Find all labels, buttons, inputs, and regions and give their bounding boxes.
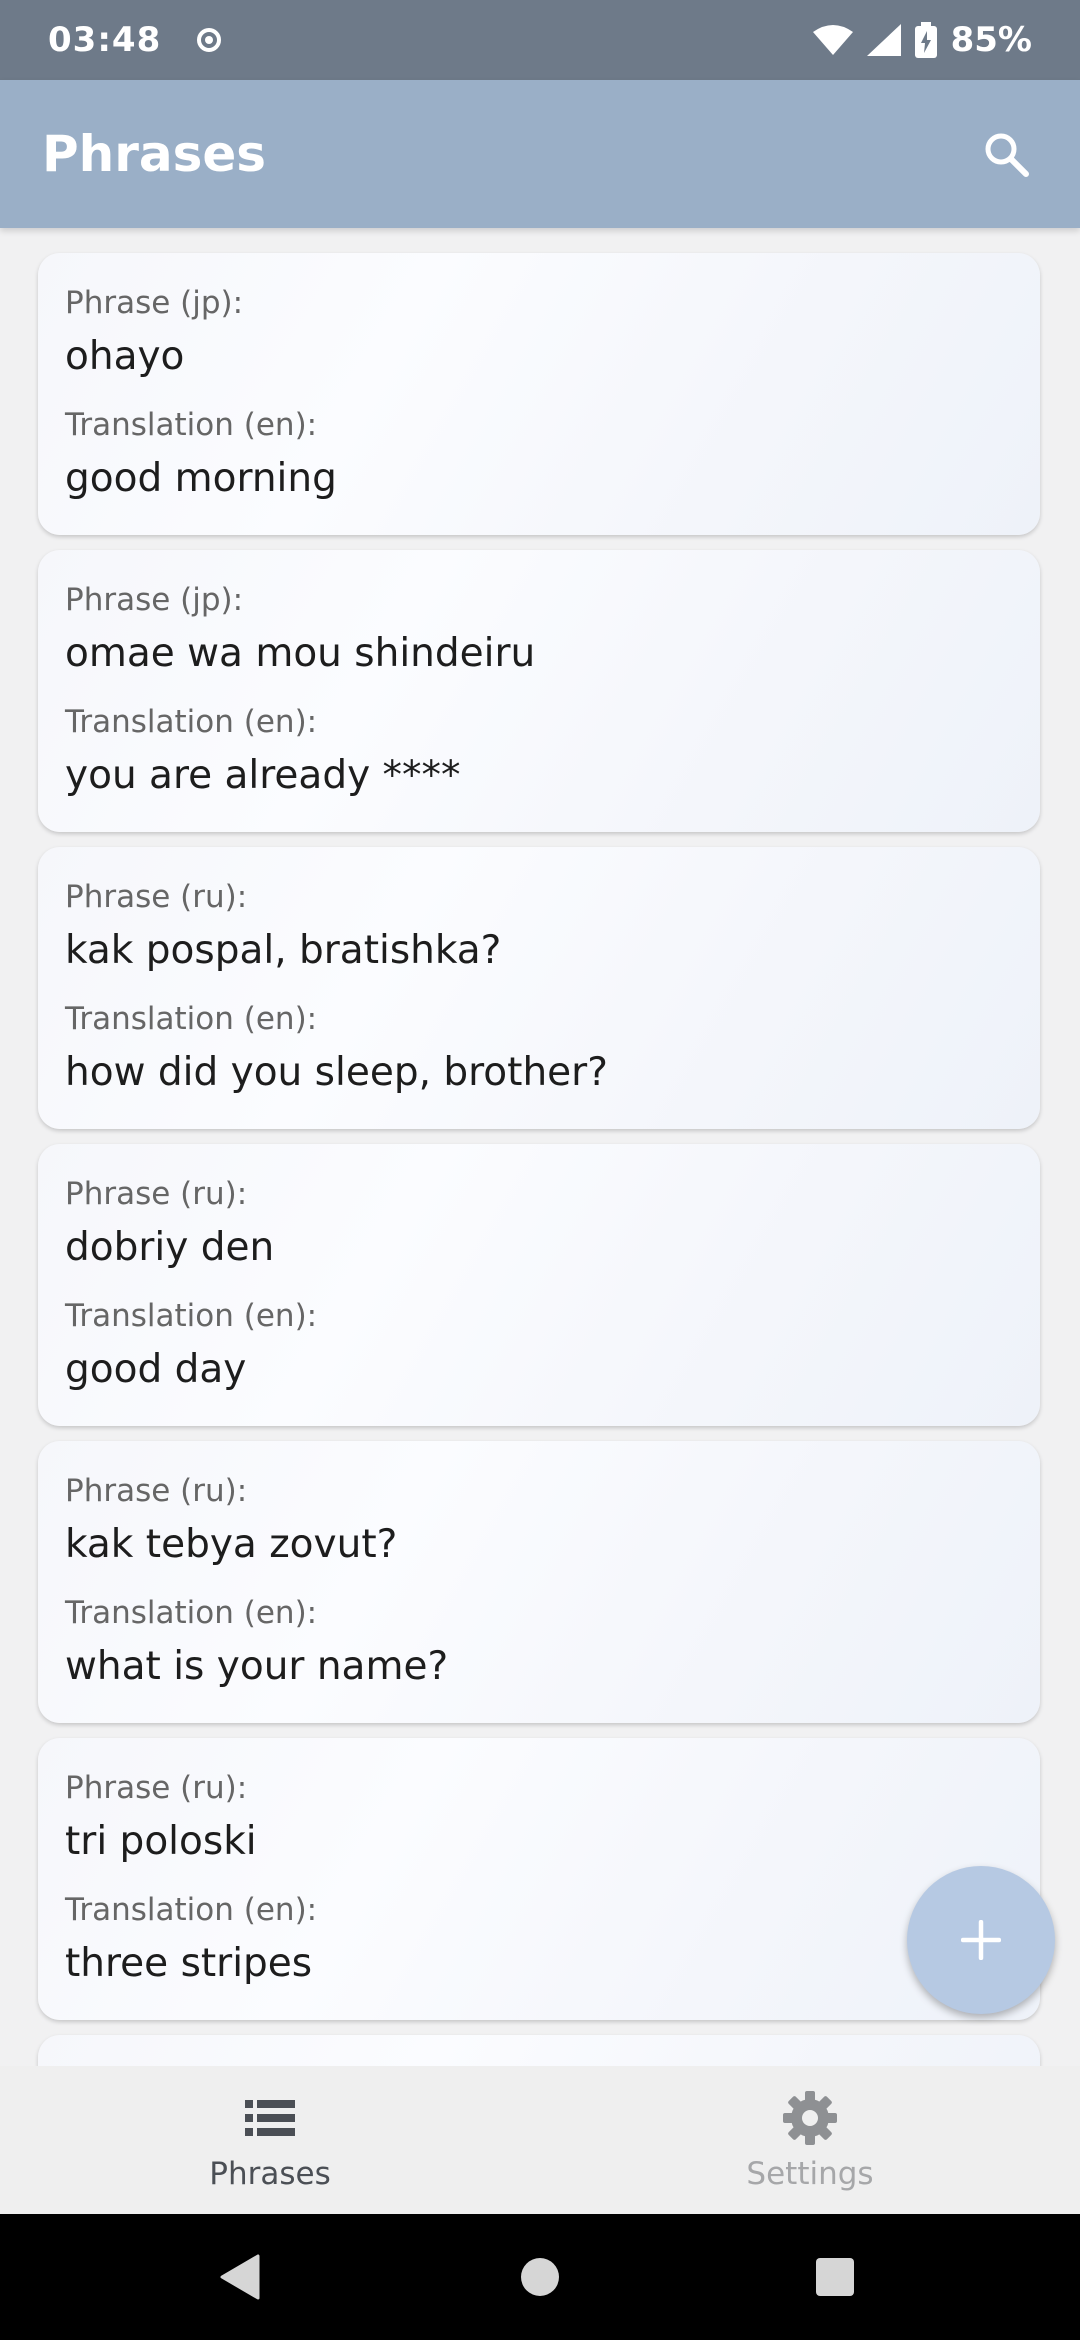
nav-label-phrases: Phrases <box>209 2156 331 2192</box>
phrase-card[interactable]: Phrase (jp): omae wa mou shindeiru Trans… <box>38 550 1040 832</box>
phrase-text: ohayo <box>65 334 185 379</box>
battery-icon <box>914 22 937 58</box>
translation-label: Translation (en): <box>65 1001 318 1037</box>
translation-label: Translation (en): <box>65 1595 318 1631</box>
nav-label-settings: Settings <box>746 2156 874 2192</box>
phrase-text: kak tebya zovut? <box>65 1522 398 1567</box>
add-phrase-button[interactable] <box>907 1866 1055 2014</box>
translation-label: Translation (en): <box>65 1892 318 1928</box>
app-bar: Phrases <box>0 80 1080 228</box>
phrase-list[interactable]: Phrase (jp): ohayo Translation (en): goo… <box>0 228 1080 2066</box>
phrase-label: Phrase (ru): <box>65 879 248 915</box>
battery-percent: 85% <box>950 20 1032 60</box>
status-bar: 03:48 85% <box>0 0 1080 80</box>
translation-label: Translation (en): <box>65 704 318 740</box>
plus-icon <box>961 1920 1001 1960</box>
phrase-text: tri poloski <box>65 1819 257 1864</box>
search-button[interactable] <box>974 122 1038 186</box>
signal-icon <box>866 24 901 56</box>
nav-item-phrases[interactable]: Phrases <box>0 2066 540 2214</box>
phrase-label: Phrase (jp): <box>65 582 244 618</box>
page-title: Phrases <box>42 125 267 183</box>
translation-text: what is your name? <box>65 1644 449 1689</box>
translation-text: good day <box>65 1347 247 1392</box>
phrase-card-partial[interactable] <box>38 2035 1040 2066</box>
wifi-icon <box>812 25 853 55</box>
phrase-label: Phrase (jp): <box>65 285 244 321</box>
list-icon <box>240 2088 300 2148</box>
phrase-label: Phrase (ru): <box>65 1770 248 1806</box>
back-button[interactable] <box>180 2214 300 2340</box>
system-navigation-bar <box>0 2214 1080 2340</box>
translation-label: Translation (en): <box>65 1298 318 1334</box>
nav-item-settings[interactable]: Settings <box>540 2066 1080 2214</box>
phrase-label: Phrase (ru): <box>65 1473 248 1509</box>
phrase-card[interactable]: Phrase (jp): ohayo Translation (en): goo… <box>38 253 1040 535</box>
gear-icon <box>780 2088 840 2148</box>
phrase-card[interactable]: Phrase (ru): dobriy den Translation (en)… <box>38 1144 1040 1426</box>
phrase-label: Phrase (ru): <box>65 1176 248 1212</box>
status-icons: 85% <box>812 20 1032 60</box>
back-icon <box>220 2254 260 2300</box>
translation-label: Translation (en): <box>65 407 318 443</box>
phrase-card[interactable]: Phrase (ru): kak tebya zovut? Translatio… <box>38 1441 1040 1723</box>
home-button[interactable] <box>480 2214 600 2340</box>
recording-icon <box>197 28 222 52</box>
translation-text: you are already **** <box>65 753 461 798</box>
translation-text: good morning <box>65 456 337 501</box>
bottom-navigation: Phrases Settings <box>0 2066 1080 2214</box>
phrase-card[interactable]: Phrase (ru): tri poloski Translation (en… <box>38 1738 1040 2020</box>
search-icon <box>985 133 1029 177</box>
phrase-card[interactable]: Phrase (ru): kak pospal, bratishka? Tran… <box>38 847 1040 1129</box>
phrase-text: omae wa mou shindeiru <box>65 631 536 676</box>
phrase-text: dobriy den <box>65 1225 275 1270</box>
recents-icon <box>816 2258 854 2296</box>
home-icon <box>521 2258 559 2296</box>
translation-text: three stripes <box>65 1941 313 1986</box>
status-time: 03:48 <box>48 20 162 60</box>
recents-button[interactable] <box>775 2214 895 2340</box>
phrase-text: kak pospal, bratishka? <box>65 928 502 973</box>
translation-text: how did you sleep, brother? <box>65 1050 608 1095</box>
